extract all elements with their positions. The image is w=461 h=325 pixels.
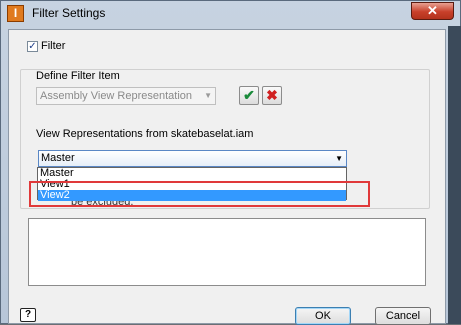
annotation-highlight-box xyxy=(29,181,370,207)
window-title: Filter Settings xyxy=(32,6,106,20)
x-icon: ✖ xyxy=(266,87,278,103)
define-filter-item-label: Define Filter Item xyxy=(36,70,120,82)
close-button[interactable]: ✕ xyxy=(411,2,454,20)
reject-button[interactable]: ✖ xyxy=(262,86,282,105)
filter-type-combo: Assembly View Representation ▼ xyxy=(36,87,216,105)
view-rep-combo[interactable]: Master ▼ xyxy=(38,150,347,167)
view-rep-selected: Master xyxy=(41,152,75,164)
chevron-down-icon[interactable]: ▼ xyxy=(335,151,343,166)
filter-items-list[interactable] xyxy=(28,218,426,286)
accept-button[interactable]: ✔ xyxy=(239,86,259,105)
filter-type-value: Assembly View Representation xyxy=(40,90,193,102)
title-bar[interactable]: I Filter Settings ✕ xyxy=(1,1,460,27)
cancel-button[interactable]: Cancel xyxy=(375,307,431,325)
view-reps-label: View Representations from skatebaselat.i… xyxy=(36,128,254,140)
filter-checkbox[interactable]: ✓ xyxy=(27,41,38,52)
ok-button[interactable]: OK xyxy=(295,307,351,325)
filter-checkbox-label: Filter xyxy=(41,40,66,52)
help-button[interactable]: ? xyxy=(20,308,36,322)
background-window-edge xyxy=(448,26,461,324)
chevron-down-icon: ▼ xyxy=(204,91,212,100)
app-icon: I xyxy=(7,5,24,22)
checkmark-icon: ✔ xyxy=(243,87,255,103)
dropdown-option-master[interactable]: Master xyxy=(38,168,346,179)
